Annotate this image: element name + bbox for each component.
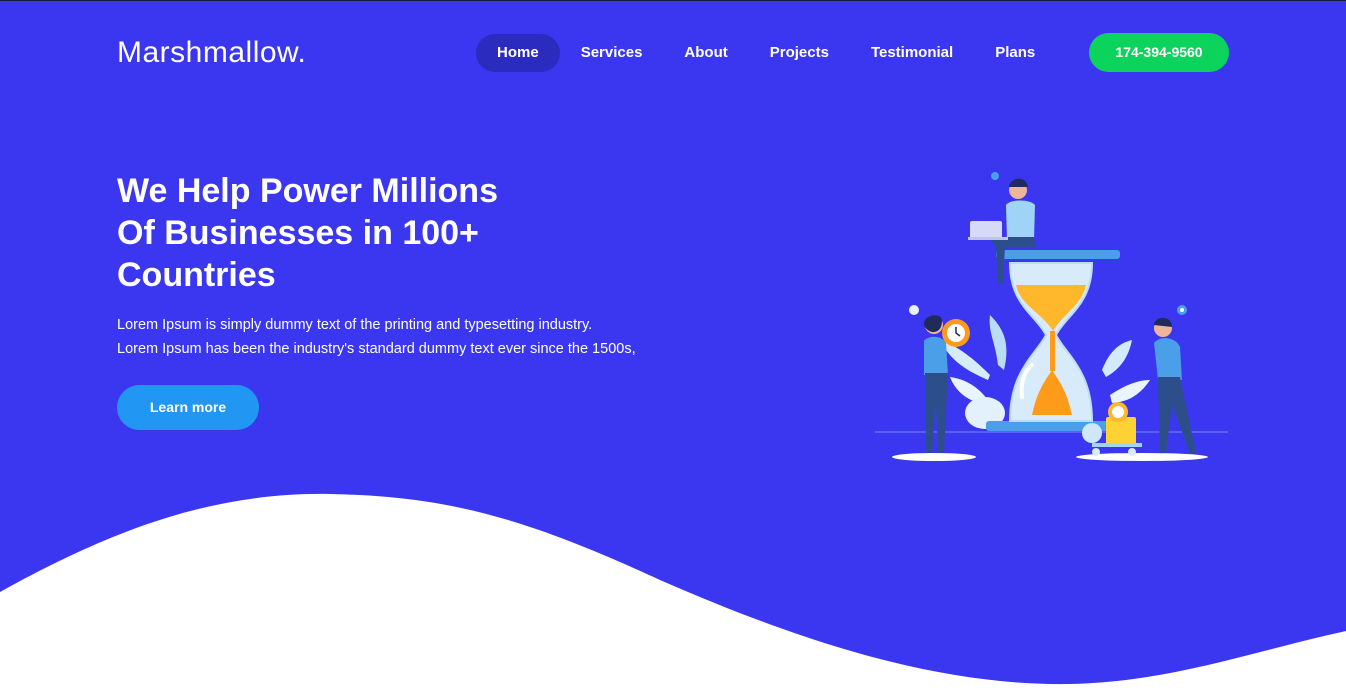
hero-wave bbox=[0, 493, 1346, 694]
hero-description-line: Lorem Ipsum has been the industry's stan… bbox=[117, 341, 636, 357]
nav-item-plans[interactable]: Plans bbox=[974, 34, 1056, 72]
brand-logo[interactable]: Marshmallow. bbox=[117, 36, 306, 70]
phone-button[interactable]: 174-394-9560 bbox=[1089, 33, 1229, 72]
hero-title-line: Countries bbox=[117, 256, 276, 294]
learn-more-button[interactable]: Learn more bbox=[117, 385, 259, 430]
top-border bbox=[0, 0, 1346, 1]
hero-title-line: We Help Power Millions bbox=[117, 172, 498, 210]
nav-item-about[interactable]: About bbox=[663, 34, 748, 72]
hero-description: Lorem Ipsum is simply dummy text of the … bbox=[117, 313, 717, 361]
hero-description-line: Lorem Ipsum is simply dummy text of the … bbox=[117, 317, 593, 333]
main-nav: Home Services About Projects Testimonial… bbox=[476, 34, 1056, 72]
nav-item-services[interactable]: Services bbox=[560, 34, 664, 72]
nav-item-projects[interactable]: Projects bbox=[749, 34, 850, 72]
nav-item-testimonial[interactable]: Testimonial bbox=[850, 34, 974, 72]
nav-item-home[interactable]: Home bbox=[476, 34, 560, 72]
hero-title: We Help Power Millions Of Businesses in … bbox=[117, 170, 557, 296]
hourglass-illustration-icon bbox=[875, 172, 1228, 461]
hero-title-line: Of Businesses in 100+ bbox=[117, 214, 479, 252]
